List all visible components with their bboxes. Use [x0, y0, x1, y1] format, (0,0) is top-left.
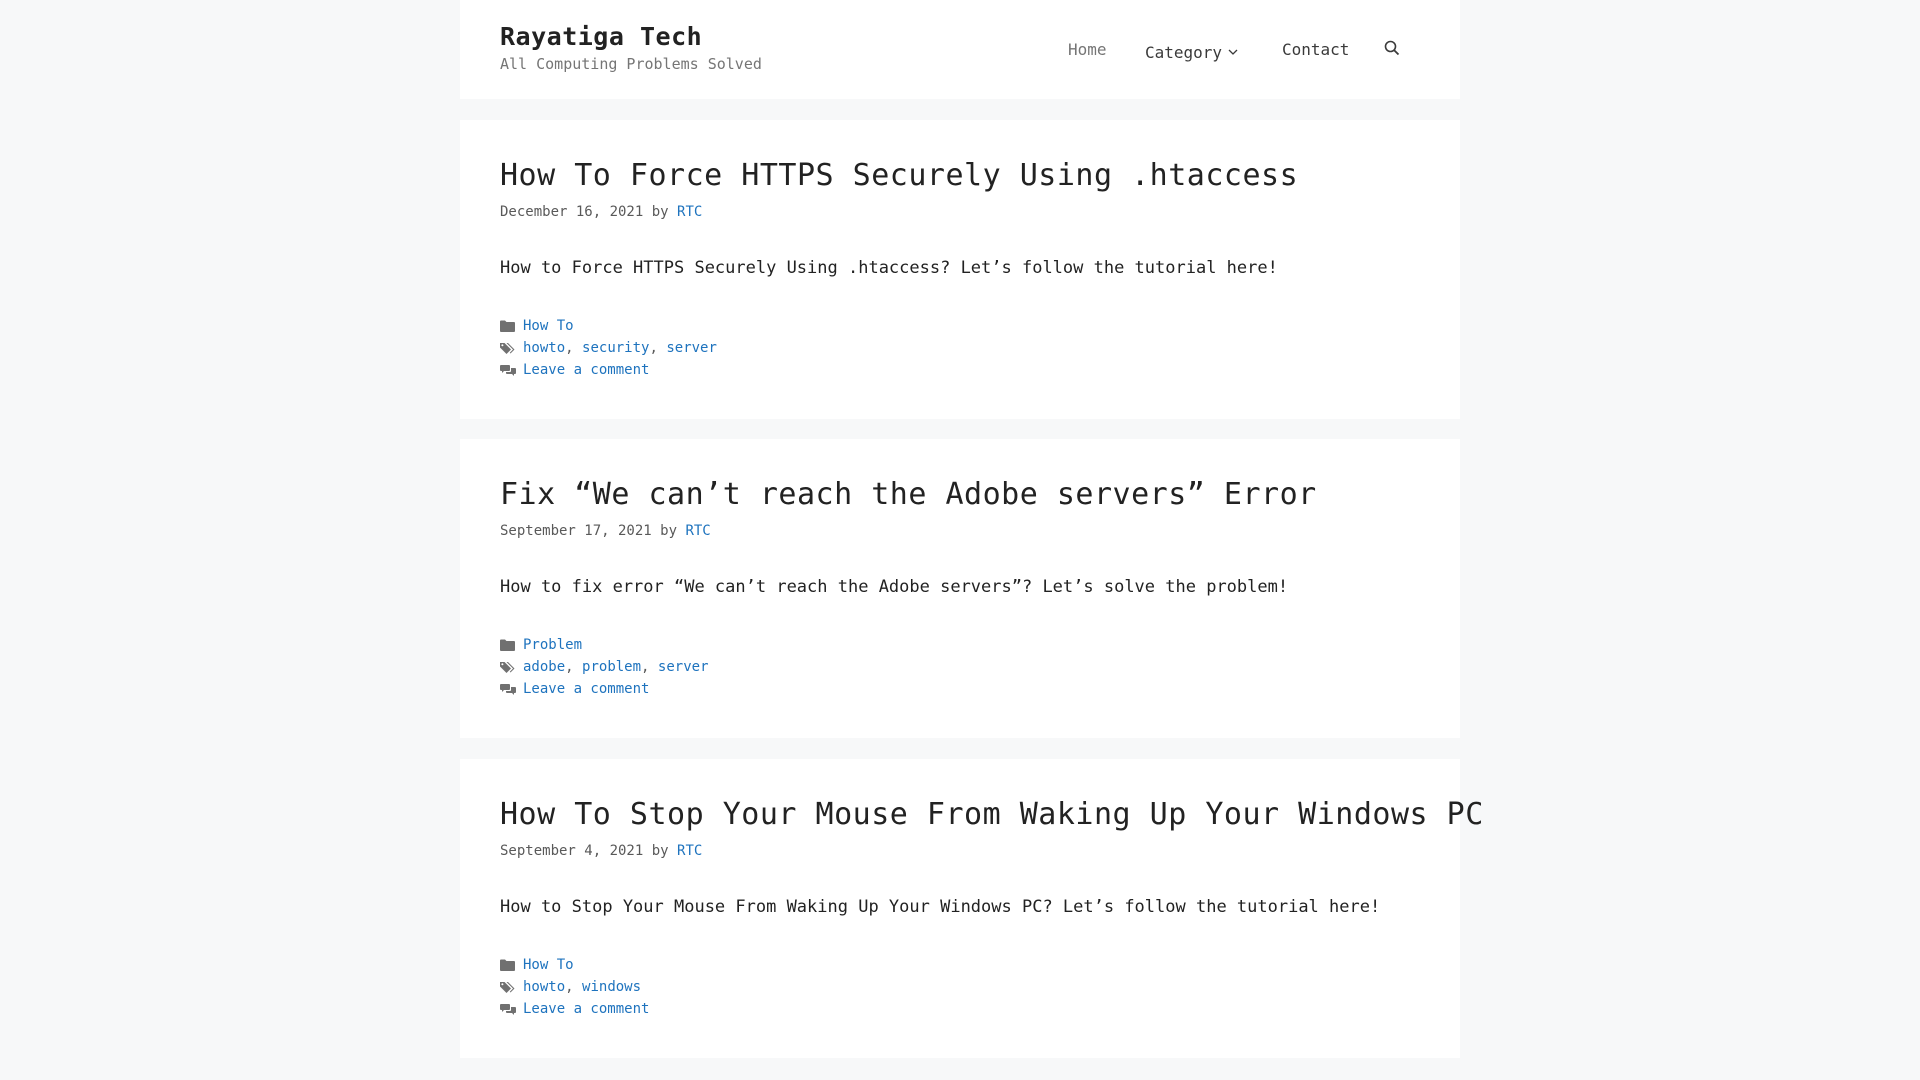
post-tag-link[interactable]: server — [666, 340, 717, 356]
post-meta-by: by — [651, 204, 669, 220]
comments-icon — [500, 682, 516, 696]
nav-item-category-label: Category — [1145, 43, 1223, 62]
post-excerpt: How to Force HTTPS Securely Using .htacc… — [500, 258, 1278, 278]
post-category-link[interactable]: How To — [523, 957, 574, 973]
leave-comment-link[interactable]: Leave a comment — [523, 681, 649, 697]
post-meta-by: by — [651, 843, 669, 859]
folder-icon — [500, 638, 516, 652]
post-meta-by: by — [660, 523, 678, 539]
folder-icon — [500, 319, 516, 333]
nav-item-contact[interactable]: Contact — [1282, 40, 1349, 59]
post-tag-link[interactable]: server — [658, 659, 709, 675]
post-tag-link[interactable]: security — [582, 340, 649, 356]
leave-comment-link[interactable]: Leave a comment — [523, 362, 649, 378]
post-card: How To Stop Your Mouse From Waking Up Yo… — [460, 759, 1483, 1058]
post-excerpt: How to fix error “We can’t reach the Ado… — [500, 577, 1289, 597]
post-tag-link[interactable]: problem — [582, 659, 641, 675]
comments-icon — [500, 1002, 516, 1016]
post-author-link[interactable]: RTC — [677, 843, 702, 859]
post-date: September 4, 2021 — [500, 843, 644, 859]
post-tag-link[interactable]: windows — [582, 979, 641, 995]
post-category-link[interactable]: Problem — [523, 637, 582, 653]
post-tag-link[interactable]: howto — [523, 340, 565, 356]
post-date: September 17, 2021 — [500, 523, 652, 539]
main-navigation: Home Category Contact — [460, 40, 1460, 62]
post-author-link[interactable]: RTC — [677, 204, 702, 220]
post-date: December 16, 2021 — [500, 204, 644, 220]
post-tag-link[interactable]: howto — [523, 979, 565, 995]
chevron-down-icon — [1228, 40, 1238, 59]
site-header: Rayatiga Tech All Computing Problems Sol… — [460, 0, 1460, 99]
page-container: Rayatiga Tech All Computing Problems Sol… — [460, 0, 1483, 1058]
comments-icon — [500, 363, 516, 377]
post-excerpt: How to Stop Your Mouse From Waking Up Yo… — [500, 897, 1381, 917]
post-title-link[interactable]: How To Stop Your Mouse From Waking Up Yo… — [500, 797, 1484, 832]
post-footer-meta: Problem adobe, problem, server Leave a c… — [500, 634, 709, 700]
nav-item-category[interactable]: Category — [1145, 40, 1238, 62]
post-footer-meta: How To howto, windows Leave a comment — [500, 954, 649, 1020]
tags-icon — [500, 660, 516, 674]
nav-item-home[interactable]: Home — [1068, 40, 1107, 59]
post-title-link[interactable]: How To Force HTTPS Securely Using .htacc… — [500, 158, 1298, 193]
post-meta: September 17, 2021 by RTC — [500, 523, 711, 539]
post-card: How To Force HTTPS Securely Using .htacc… — [460, 120, 1460, 419]
post-meta: December 16, 2021 by RTC — [500, 204, 702, 220]
tags-icon — [500, 341, 516, 355]
post-category-link[interactable]: How To — [523, 318, 574, 334]
search-icon[interactable] — [1384, 40, 1400, 60]
leave-comment-link[interactable]: Leave a comment — [523, 1001, 649, 1017]
post-author-link[interactable]: RTC — [685, 523, 710, 539]
post-tag-link[interactable]: adobe — [523, 659, 565, 675]
tags-icon — [500, 980, 516, 994]
post-footer-meta: How To howto, security, server Leave a c… — [500, 315, 717, 381]
folder-icon — [500, 958, 516, 972]
post-card: Fix “We can’t reach the Adobe servers” E… — [460, 439, 1460, 738]
post-meta: September 4, 2021 by RTC — [500, 843, 702, 859]
post-title-link[interactable]: Fix “We can’t reach the Adobe servers” E… — [500, 477, 1317, 512]
